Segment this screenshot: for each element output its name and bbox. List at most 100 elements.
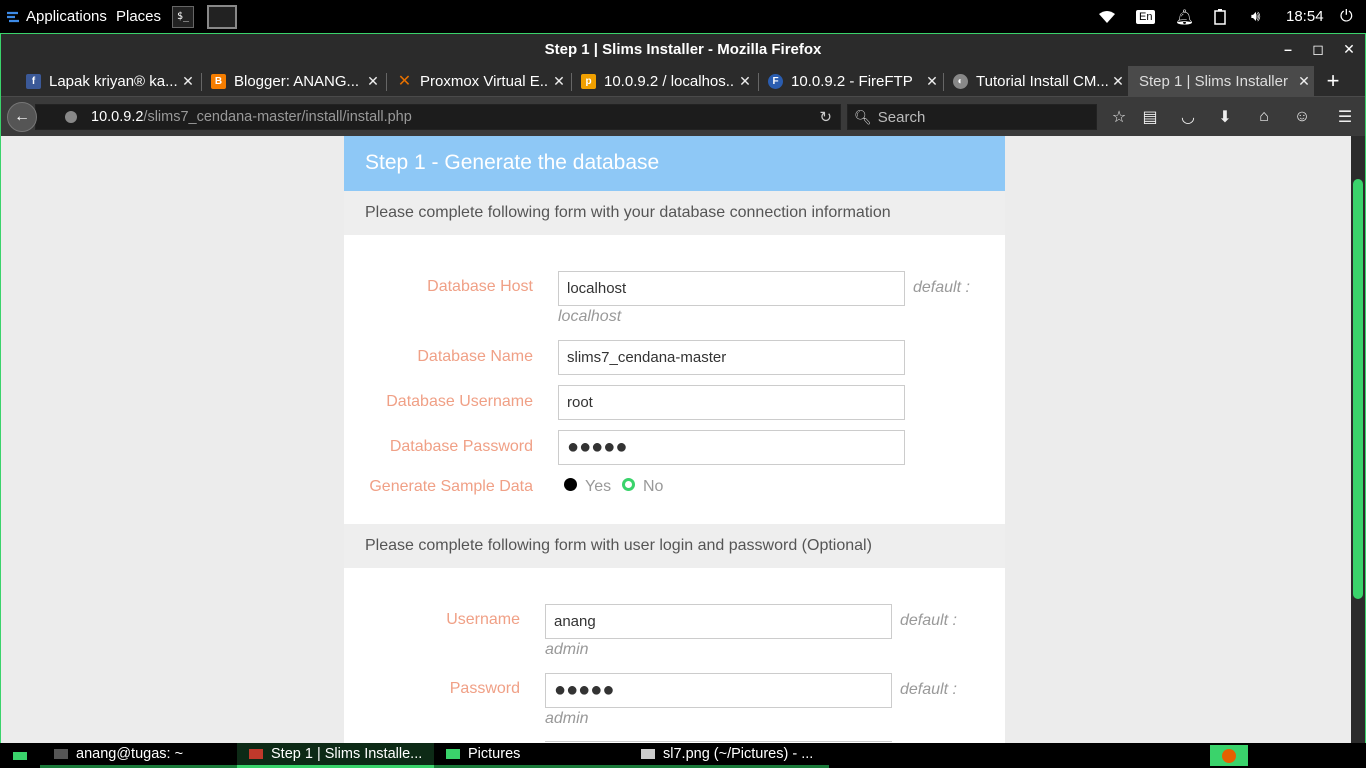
wifi-indicator[interactable] [1098,0,1116,33]
chat-icon[interactable]: ☺ [1287,102,1317,132]
image-viewer-icon [641,749,655,759]
window-titlebar[interactable]: Step 1 | Slims Installer - Mozilla Firef… [1,34,1365,64]
reading-list-icon[interactable]: ▤ [1135,102,1165,132]
download-icon[interactable]: ⬇ [1210,102,1240,132]
task-label: anang@tugas: ~ [76,746,184,762]
home-icon[interactable]: ⌂ [1249,102,1279,132]
username-default-prefix: default : [900,612,957,629]
reload-icon[interactable]: ↻ [819,108,832,126]
db-password-label: Database Password [389,438,533,455]
task-label: Pictures [468,746,521,762]
tab-slims-installer[interactable]: Step 1 | Slims Installer ✕ [1128,66,1314,96]
close-tab-icon[interactable]: ✕ [1294,73,1314,90]
sample-data-no-label: No [643,478,664,495]
places-menu[interactable]: Places [116,0,161,33]
db-username-label: Database Username [386,393,533,410]
db-host-default-prefix: default : [913,279,970,296]
new-tab-button[interactable]: + [1319,66,1347,96]
tab-phpmyadmin[interactable]: p 10.0.9.2 / localhos... ✕ [573,66,755,96]
search-input[interactable]: 🔍︎ Search [847,104,1097,130]
tab-blogger[interactable]: B Blogger: ANANG... ✕ [203,66,383,96]
battery-icon [1214,8,1226,25]
close-tab-icon[interactable]: ✕ [178,73,198,90]
password-input[interactable]: ●●●●● [545,673,892,708]
tab-facebook[interactable]: f Lapak kriyan® ka... ✕ [18,66,198,96]
terminal-icon: $_ [172,5,194,28]
keyboard-layout-indicator[interactable]: En [1136,0,1156,33]
scrollbar-thumb[interactable] [1353,179,1363,599]
workspace-switcher[interactable] [1210,745,1248,766]
password-default-prefix: default : [900,681,957,698]
close-window-button[interactable]: ✕ [1335,34,1363,64]
page-scrollbar[interactable] [1351,136,1365,744]
sample-data-yes-radio[interactable] [564,478,577,491]
installer-panel: Step 1 - Generate the database Please co… [344,136,1005,744]
close-tab-icon[interactable]: ✕ [549,73,569,90]
installer-header: Step 1 - Generate the database [344,136,1005,191]
blogger-icon: B [211,73,226,89]
tab-separator [943,73,944,91]
screenshot-launcher[interactable] [207,0,237,33]
maximize-button[interactable]: ◻ [1304,34,1332,64]
tab-tutorial[interactable]: ◐ Tutorial Install CM... ✕ [945,66,1128,96]
volume-indicator[interactable]: 🔊︎ [1251,0,1260,33]
close-tab-icon[interactable]: ✕ [922,73,942,90]
battery-indicator[interactable] [1214,0,1226,33]
desktop-icon [13,751,27,760]
sample-data-no-radio[interactable] [622,478,635,491]
close-tab-icon[interactable]: ✕ [363,73,383,90]
bookmark-star-icon[interactable]: ☆ [1104,102,1134,132]
tab-separator [201,73,202,91]
pocket-icon[interactable]: ◡ [1173,102,1203,132]
menu-icon[interactable]: ☰ [1330,102,1360,132]
places-label: Places [116,8,162,25]
sample-data-label: Generate Sample Data [369,478,533,495]
close-tab-icon[interactable]: ✕ [1108,73,1128,90]
tab-label: Blogger: ANANG... [234,72,360,90]
minimize-button[interactable]: – [1274,34,1302,64]
username-input[interactable]: anang [545,604,892,639]
terminal-icon [54,749,68,759]
clock-label: 18:54 [1286,8,1324,25]
tab-label: Tutorial Install CM... [976,72,1108,90]
power-button[interactable]: ⏻ [1340,0,1353,33]
tab-proxmox[interactable]: ✕ Proxmox Virtual E... ✕ [389,66,569,96]
distro-logo-icon [7,11,19,22]
db-host-default-value: localhost [558,308,622,325]
task-terminal[interactable]: anang@tugas: ~ [40,743,237,768]
db-section-note: Please complete following form with your… [344,191,1005,235]
back-button[interactable]: ← [7,102,37,132]
db-password-input[interactable]: ●●●●● [558,430,905,465]
tab-label: Lapak kriyan® ka... [49,72,178,90]
task-pictures[interactable]: Pictures [434,743,631,768]
notifications-indicator[interactable]: 🔔︎ [1175,0,1194,33]
tab-separator [386,73,387,91]
tab-bar: f Lapak kriyan® ka... ✕ B Blogger: ANANG… [1,64,1365,96]
db-host-input[interactable]: localhost [558,271,905,306]
clock[interactable]: 18:54 [1286,0,1324,33]
db-name-input[interactable]: slims7_cendana-master [558,340,905,375]
tab-label: Step 1 | Slims Installer [1139,72,1288,90]
task-image-viewer[interactable]: sl7.png (~/Pictures) - ... [631,743,829,768]
taskbar: anang@tugas: ~ Step 1 | Slims Installe..… [0,743,1366,768]
url-bar[interactable]: 10.0.9.2 /slims7_cendana-master/install/… [35,104,841,130]
tab-label: 10.0.9.2 - FireFTP [791,72,913,90]
url-path: /slims7_cendana-master/install/install.p… [143,109,412,125]
show-desktop-button[interactable] [0,743,40,768]
top-panel: Applications Places $_ En 🔔︎ 🔊︎ 18:54 ⏻ [0,0,1366,33]
screenshot-icon [207,4,237,29]
window-title: Step 1 | Slims Installer - Mozilla Firef… [544,40,822,58]
username-default-value: admin [545,641,589,658]
volume-icon: 🔊︎ [1251,8,1261,25]
task-firefox[interactable]: Step 1 | Slims Installe... [237,743,434,768]
site-identity-icon[interactable] [65,111,77,123]
password-default-value: admin [545,710,589,727]
db-username-input[interactable]: root [558,385,905,420]
navigation-bar: 10.0.9.2 /slims7_cendana-master/install/… [1,96,1365,136]
close-tab-icon[interactable]: ✕ [735,73,755,90]
tab-fireftp[interactable]: F 10.0.9.2 - FireFTP ✕ [760,66,942,96]
password-label: Password [449,680,520,697]
applications-menu[interactable]: Applications [6,0,107,33]
back-arrow-icon: ← [14,108,30,125]
terminal-launcher[interactable]: $_ [172,0,194,33]
